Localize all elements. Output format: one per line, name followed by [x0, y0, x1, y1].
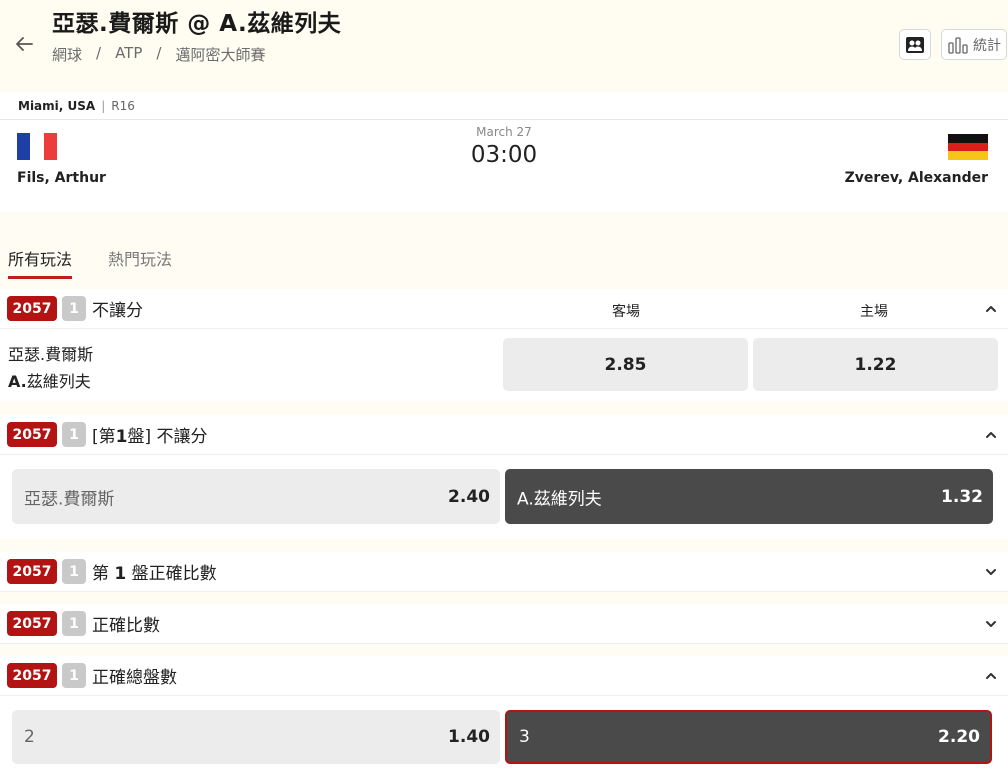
odds-option-value: 1.40: [448, 727, 490, 747]
venue-divider: |: [101, 98, 106, 113]
market-title-set-number: 1: [115, 427, 128, 447]
odds-option-button[interactable]: 2 1.40: [12, 710, 500, 764]
market-participants: 亞瑟.費爾斯 A.茲維列夫: [8, 341, 93, 395]
market-title-suffix: 盤正確比數: [126, 564, 217, 584]
market-title: 正確總盤數: [92, 668, 177, 688]
breadcrumb: 網球 / ATP / 邁阿密大師賽: [52, 44, 265, 65]
chevron-up-icon[interactable]: [984, 428, 998, 442]
breadcrumb-separator: /: [96, 44, 102, 62]
market-title-set-number: 1: [114, 564, 127, 584]
market-tabs: 所有玩法 熱門玩法: [0, 232, 1008, 279]
participant-home: A.茲維列夫: [8, 368, 93, 395]
player1-name: Fils, Arthur: [17, 170, 106, 186]
market-title-prefix: 第: [92, 564, 115, 584]
odds-option-label: 3: [519, 727, 530, 747]
market-title: 正確比數: [92, 616, 160, 636]
market-count-badge: 1: [62, 611, 86, 636]
odds-option-label: A.茲維列夫: [517, 489, 602, 509]
participant-away: 亞瑟.費爾斯: [8, 345, 94, 364]
stats-button[interactable]: 統計: [941, 29, 1007, 60]
odds-option-value: 1.32: [941, 486, 983, 507]
tab-all-markets[interactable]: 所有玩法: [8, 246, 73, 279]
market-count-badge: 1: [62, 663, 86, 688]
head-to-head-button[interactable]: [899, 29, 931, 60]
market-code-badge: 2057: [7, 611, 57, 636]
page-title: 亞瑟.費爾斯 @ A.茲維列夫: [52, 11, 342, 37]
market-title: 第 1 盤正確比數: [92, 559, 217, 584]
odds-option-button[interactable]: A.茲維列夫 1.32: [505, 469, 993, 524]
odds-option-button-selected[interactable]: 3 2.20: [505, 710, 992, 764]
market-header[interactable]: 2057 1 不讓分 客場 主場: [0, 289, 1008, 329]
player2-name: Zverev, Alexander: [844, 170, 988, 186]
market-code-badge: 2057: [7, 296, 57, 321]
breadcrumb-separator: /: [156, 44, 162, 62]
market-header[interactable]: 2057 1 正確比數: [0, 604, 1008, 644]
odds-option-value: 2.20: [938, 727, 980, 747]
venue-city: Miami, USA: [18, 98, 96, 113]
market-count-badge: 1: [62, 296, 86, 321]
match-date: March 27: [476, 125, 532, 139]
players-icon: [906, 36, 924, 53]
market-title-suffix: 盤] 不讓分: [127, 427, 208, 447]
back-arrow-icon[interactable]: [12, 32, 36, 56]
venue-row: Miami, USA | R16: [0, 92, 1008, 120]
market-code-badge: 2057: [7, 559, 57, 584]
chevron-up-icon[interactable]: [984, 302, 998, 316]
market-header[interactable]: 2057 1 正確總盤數: [0, 656, 1008, 696]
match-round: R16: [111, 98, 135, 113]
match-time: 03:00: [470, 142, 538, 168]
tab-hot-markets[interactable]: 熱門玩法: [108, 246, 172, 270]
page-header: 亞瑟.費爾斯 @ A.茲維列夫 網球 / ATP / 邁阿密大師賽 統計: [0, 0, 1008, 92]
column-away-label: 客場: [612, 304, 640, 320]
market-body: 2 1.40 3 2.20: [0, 696, 1008, 782]
market-header[interactable]: 2057 1 第 1 盤正確比數: [0, 552, 1008, 592]
column-home-label: 主場: [860, 304, 888, 320]
participant-home-surname: 茲維列夫: [26, 372, 91, 391]
chevron-up-icon[interactable]: [984, 669, 998, 683]
market-count-badge: 1: [62, 559, 86, 584]
odds-option-button[interactable]: 亞瑟.費爾斯 2.40: [12, 469, 500, 524]
odds-option-label: 亞瑟.費爾斯: [24, 489, 115, 509]
breadcrumb-tournament[interactable]: 邁阿密大師賽: [175, 44, 265, 65]
germany-flag-icon: [948, 134, 988, 161]
match-info: Fils, Arthur March 27 03:00 Zverev, Alex…: [0, 120, 1008, 212]
bar-chart-icon: [948, 36, 968, 54]
odds-away-button[interactable]: 2.85: [503, 338, 748, 391]
odds-home-button[interactable]: 1.22: [753, 338, 998, 391]
odds-option-value: 2.40: [448, 486, 490, 507]
market-title-prefix: [第: [92, 427, 116, 447]
market-title: 不讓分: [92, 301, 143, 321]
breadcrumb-sport[interactable]: 網球: [52, 44, 82, 65]
chevron-down-icon[interactable]: [984, 565, 998, 579]
participant-home-initial: A.: [8, 372, 27, 391]
market-title: [第1盤] 不讓分: [92, 422, 208, 447]
market-body: 亞瑟.費爾斯 2.40 A.茲維列夫 1.32: [0, 455, 1008, 539]
chevron-down-icon[interactable]: [984, 617, 998, 631]
market-header[interactable]: 2057 1 [第1盤] 不讓分: [0, 415, 1008, 455]
stats-label: 統計: [973, 37, 1001, 54]
market-count-badge: 1: [62, 422, 86, 447]
market-code-badge: 2057: [7, 422, 57, 447]
market-code-badge: 2057: [7, 663, 57, 688]
odds-option-label: 2: [24, 727, 35, 747]
breadcrumb-league[interactable]: ATP: [115, 44, 142, 65]
market-body: 亞瑟.費爾斯 A.茲維列夫 2.85 1.22: [0, 329, 1008, 401]
